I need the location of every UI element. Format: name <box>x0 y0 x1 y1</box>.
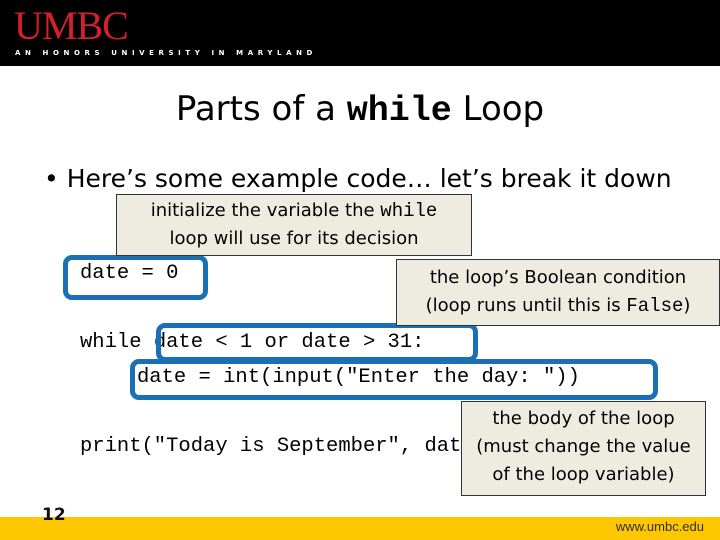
slide-title: Parts of a while Loop <box>0 85 720 135</box>
footer-bar <box>0 517 720 540</box>
condition-callout-text: (loop runs until this is <box>425 295 627 316</box>
init-callout-code: while <box>380 200 438 222</box>
condition-callout-code: False <box>626 295 684 317</box>
condition-callout-line2: (loop runs until this is False) <box>397 292 719 320</box>
bullet-text: Here’s some example code… let’s break it… <box>66 164 672 193</box>
body-callout-line2: (must change the value <box>476 436 691 457</box>
title-text-post: Loop <box>462 89 545 129</box>
title-text-pre: Parts of a <box>175 89 336 129</box>
bullet-icon: • <box>44 164 59 193</box>
code-while-keyword: while <box>80 331 154 354</box>
bullet-point: • Here’s some example code… let’s break … <box>44 160 672 198</box>
init-callout-line2: loop will use for its decision <box>169 228 419 249</box>
condition-callout-line1: the loop’s Boolean condition <box>429 267 687 288</box>
code-print-line: print("Today is September", date) <box>80 435 486 458</box>
init-callout: initialize the variable the while loop w… <box>116 194 472 256</box>
body-highlight-box <box>130 359 658 400</box>
body-callout: the body of the loop (must change the va… <box>461 401 706 496</box>
condition-callout-close: ) <box>683 295 691 316</box>
condition-callout: the loop’s Boolean condition (loop runs … <box>396 259 720 326</box>
init-highlight-box <box>63 255 208 300</box>
header-bar: UMBC AN HONORS UNIVERSITY IN MARYLAND <box>0 0 720 66</box>
body-callout-line3: of the loop variable) <box>492 464 675 485</box>
umbc-logo: UMBC <box>14 3 129 48</box>
init-callout-line1: initialize the variable the while <box>117 197 471 225</box>
tagline: AN HONORS UNIVERSITY IN MARYLAND <box>15 49 317 57</box>
footer-url: www.umbc.edu <box>615 519 704 534</box>
condition-highlight-box <box>156 323 478 362</box>
init-callout-text: initialize the variable the <box>150 200 381 221</box>
title-code: while <box>346 91 452 131</box>
slide-number: 12 <box>42 505 66 525</box>
body-callout-line1: the body of the loop <box>492 408 675 429</box>
